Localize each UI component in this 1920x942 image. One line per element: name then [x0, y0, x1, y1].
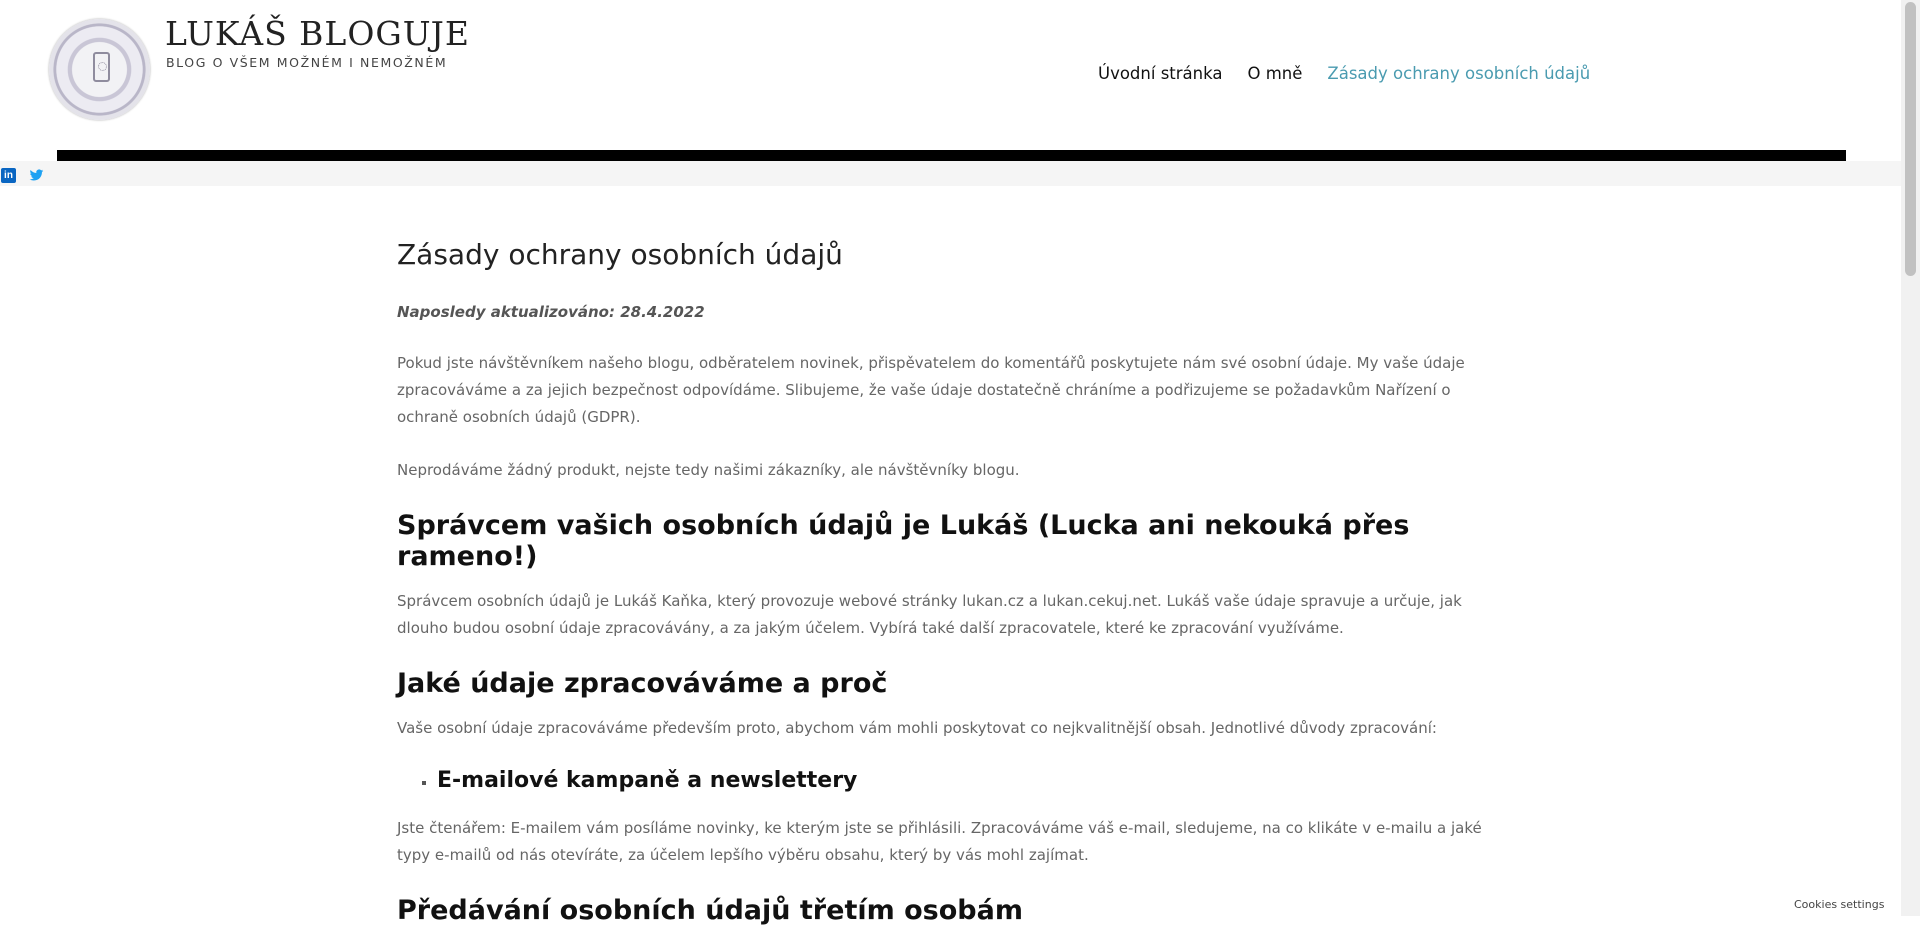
main-content: Zásady ochrany osobních údajů Naposledy … — [397, 238, 1507, 942]
data-paragraph: Vaše osobní údaje zpracováváme především… — [397, 719, 1437, 737]
site-logo[interactable] — [49, 19, 150, 120]
scrollbar-thumb[interactable] — [1905, 2, 1916, 276]
site-header: LUKÁŠ BLOGUJE BLOG O VŠEM MOŽNÉM I NEMOŽ… — [0, 0, 1901, 150]
header-divider-bar — [57, 150, 1846, 161]
nav-about[interactable]: O mně — [1248, 64, 1303, 83]
main-nav: Úvodní stránka O mně Zásady ochrany osob… — [1098, 64, 1590, 83]
nav-home[interactable]: Úvodní stránka — [1098, 64, 1223, 83]
twitter-icon[interactable] — [29, 168, 44, 183]
site-title[interactable]: LUKÁŠ BLOGUJE — [165, 14, 470, 53]
nav-privacy[interactable]: Zásady ochrany osobních údajů — [1327, 64, 1590, 83]
last-updated: Naposledy aktualizováno: 28.4.2022 — [397, 303, 705, 321]
scrollbar[interactable] — [1901, 0, 1920, 916]
list-item: E-mailové kampaně a newslettery — [437, 768, 1507, 793]
intro-paragraph-2: Neprodáváme žádný produkt, nejste tedy n… — [397, 461, 1020, 479]
section-heading-third-parties: Předávání osobních údajů třetím osobám — [397, 895, 1023, 926]
section-heading-data: Jaké údaje zpracováváme a proč — [397, 668, 888, 699]
section-heading-admin: Správcem vašich osobních údajů je Lukáš … — [397, 510, 1410, 572]
phone-share-icon — [93, 52, 110, 82]
purpose-list: E-mailové kampaně a newslettery — [397, 768, 1507, 793]
site-tagline: BLOG O VŠEM MOŽNÉM I NEMOŽNÉM — [166, 55, 448, 70]
page-title: Zásady ochrany osobních údajů — [397, 238, 843, 271]
email-paragraph: Jste čtenářem: E-mailem vám posíláme nov… — [397, 819, 1482, 864]
admin-paragraph: Správcem osobních údajů je Lukáš Kaňka, … — [397, 592, 1462, 637]
intro-paragraph: Pokud jste návštěvníkem našeho blogu, od… — [397, 354, 1465, 426]
social-bar — [0, 161, 1901, 186]
cookies-settings-link[interactable]: Cookies settings — [1794, 898, 1884, 911]
linkedin-icon[interactable]: in — [1, 168, 16, 183]
